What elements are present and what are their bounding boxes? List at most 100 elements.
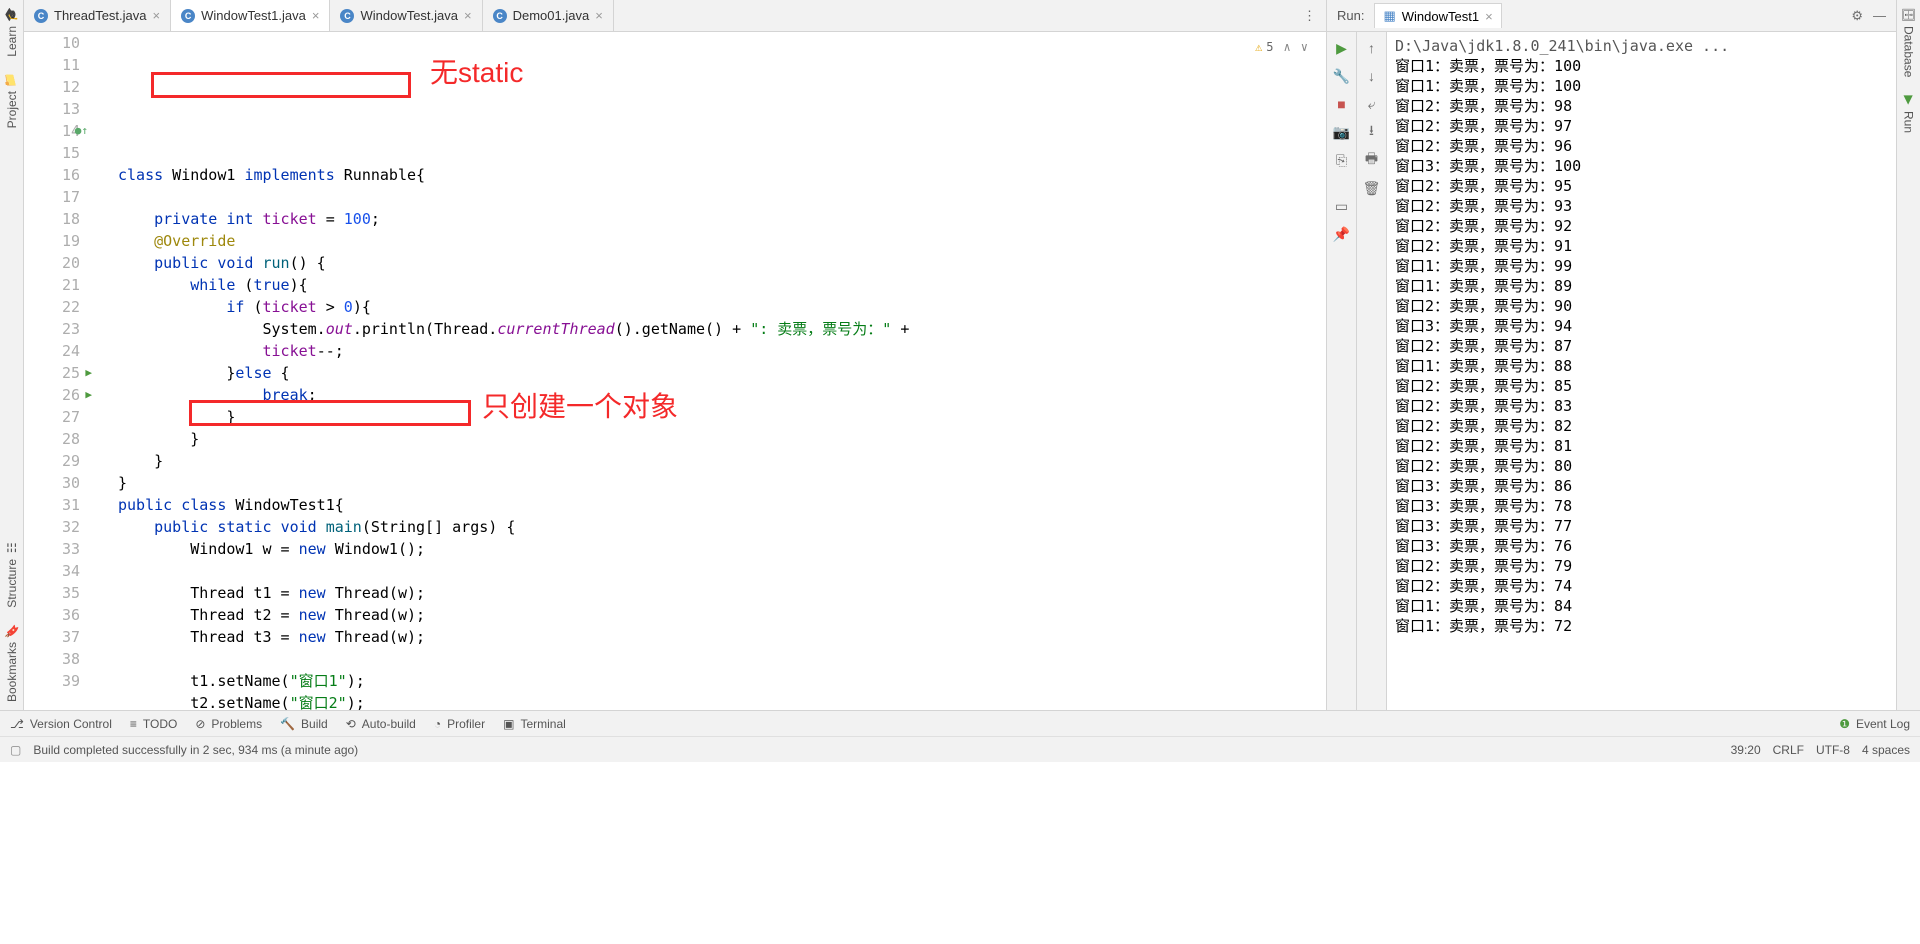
close-icon[interactable]: × <box>153 8 161 23</box>
editor-panel: CThreadTest.java× C WindowTest1.java × CWi… <box>24 0 1326 710</box>
editor-tab-demo01[interactable]: C Demo01.java × <box>483 0 614 31</box>
up-icon[interactable]: ↑ <box>1362 38 1382 58</box>
close-icon[interactable]: × <box>1485 9 1493 24</box>
editor-tabs: CThreadTest.java× C WindowTest1.java × CWi… <box>24 0 1326 32</box>
branch-icon: ⎇ <box>10 717 24 731</box>
run-toolbar-left: ▶ 🔧 ■ 📷 ⎘ ▭ 📌 <box>1327 32 1357 710</box>
auto-build-button[interactable]: ⟲ Auto-build <box>346 717 416 731</box>
bookmarks-tool[interactable]: Bookmarks 🔖 <box>2 616 22 710</box>
close-icon[interactable]: × <box>464 8 472 23</box>
file-encoding[interactable]: UTF-8 <box>1816 743 1850 757</box>
right-tool-strip: 🗄 Database ▶ Run <box>1896 0 1920 710</box>
event-log-label: Event Log <box>1856 717 1910 731</box>
build-label: Build <box>301 717 328 731</box>
clear-icon[interactable]: 🗑 <box>1362 178 1382 198</box>
database-label: Database <box>1902 26 1916 77</box>
left-tool-strip: Learn 🎓 Project 📁 Structure☷ Bookmarks 🔖 <box>0 0 24 710</box>
tab-overflow-icon[interactable]: ⋮ <box>1293 8 1326 24</box>
run-strip-label: Run <box>1902 111 1916 133</box>
exit-icon[interactable]: ⎘ <box>1332 150 1352 170</box>
auto-build-label: Auto-build <box>362 717 416 731</box>
structure-tool[interactable]: Structure☷ <box>2 533 22 616</box>
profiler-icon: ◔ <box>434 717 441 731</box>
annotation-text-2: 只创建一个对象 <box>482 396 678 418</box>
wrap-icon[interactable]: ⤶ <box>1362 94 1382 114</box>
version-control-button[interactable]: ⎇ Version Control <box>10 717 112 731</box>
bottom-toolbar: ⎇Version Control ≡TODO ⊘Problems 🔨Build … <box>0 710 1920 736</box>
run-header: Run: ▦ WindowTest1 × ⚙ — <box>1327 0 1896 32</box>
tab-label: Demo01.java <box>513 8 590 23</box>
minimize-icon[interactable]: — <box>1873 8 1886 23</box>
problems-label: Problems <box>211 717 262 731</box>
learn-label: Learn <box>5 26 19 57</box>
print-icon[interactable]: 🖶 <box>1362 150 1382 170</box>
problems-icon: ⊘ <box>195 717 205 731</box>
run-config-icon: ▦ <box>1383 8 1395 24</box>
annotation-text-1: 无static <box>430 62 523 84</box>
chevron-up-icon[interactable]: ∧ <box>1284 36 1291 58</box>
vcs-label: Version Control <box>30 717 112 731</box>
scroll-icon[interactable]: ⭳ <box>1362 122 1382 142</box>
todo-label: TODO <box>143 717 177 731</box>
event-log-button[interactable]: ❶Event Log <box>1839 717 1910 731</box>
learn-tool[interactable]: Learn 🎓 <box>2 0 22 65</box>
java-file-icon: C <box>181 9 195 23</box>
java-file-icon: C <box>493 9 507 23</box>
editor-body[interactable]: ⚠5 ∧ ∨ 1011121314●↑151617181920212223242… <box>24 32 1326 710</box>
bookmarks-label: Bookmarks <box>5 642 19 702</box>
tab-label: WindowTest1.java <box>201 8 306 23</box>
camera-icon[interactable]: 📷 <box>1332 122 1352 142</box>
folder-icon: 📁 <box>5 73 19 87</box>
play-icon: ▶ <box>1902 93 1916 107</box>
indent-setting[interactable]: 4 spaces <box>1862 743 1910 757</box>
caret-position[interactable]: 39:20 <box>1731 743 1761 757</box>
database-icon: 🗄 <box>1902 8 1916 22</box>
database-tool[interactable]: 🗄 Database <box>1899 0 1919 85</box>
build-button[interactable]: 🔨 Build <box>280 717 328 731</box>
editor-tab-windowtest[interactable]: CWindowTest.java× <box>330 0 482 31</box>
project-tool[interactable]: Project 📁 <box>2 65 22 136</box>
warning-icon: ⚠ <box>1255 36 1262 58</box>
close-icon[interactable]: × <box>312 8 320 23</box>
warning-count: 5 <box>1266 36 1273 58</box>
run-panel: Run: ▦ WindowTest1 × ⚙ — ▶ 🔧 ■ 📷 ⎘ ▭ 📌 ↑ ↓… <box>1326 0 1896 710</box>
annotation-box-1 <box>151 72 411 98</box>
project-label: Project <box>5 91 19 128</box>
console-output[interactable]: D:\Java\jdk1.8.0_241\bin\java.exe ...窗口1… <box>1387 32 1896 710</box>
profiler-button[interactable]: ◔ Profiler <box>434 717 485 731</box>
editor-tab-threadtest[interactable]: CThreadTest.java× <box>24 0 171 31</box>
pin-icon[interactable]: 📌 <box>1332 224 1352 244</box>
code-area[interactable]: 无static 只创建一个对象 class Window1 implements… <box>104 32 1326 710</box>
tool-window-icon[interactable]: ▢ <box>10 743 21 757</box>
todo-button[interactable]: ≡ TODO <box>130 717 177 731</box>
terminal-button[interactable]: ▣Terminal <box>503 717 566 731</box>
settings-icon[interactable]: ⚙ <box>1851 8 1863 24</box>
run-tab-label: WindowTest1 <box>1402 9 1479 24</box>
run-label: Run: <box>1337 8 1364 23</box>
chevron-down-icon[interactable]: ∨ <box>1301 36 1308 58</box>
problems-button[interactable]: ⊘ Problems <box>195 717 262 731</box>
todo-icon: ≡ <box>130 717 137 731</box>
learn-icon: 🎓 <box>5 8 19 22</box>
down-icon[interactable]: ↓ <box>1362 66 1382 86</box>
stop-icon[interactable]: ■ <box>1332 94 1352 114</box>
close-icon[interactable]: × <box>595 8 603 23</box>
profiler-label: Profiler <box>447 717 485 731</box>
structure-icon: ☷ <box>5 541 19 555</box>
rerun-icon[interactable]: ▶ <box>1332 38 1352 58</box>
inspection-widget[interactable]: ⚠5 <box>1255 36 1273 58</box>
status-message: Build completed successfully in 2 sec, 9… <box>33 743 358 757</box>
auto-build-icon: ⟲ <box>346 717 356 731</box>
run-tab[interactable]: ▦ WindowTest1 × <box>1374 3 1501 28</box>
terminal-icon: ▣ <box>503 717 514 731</box>
status-bar: ▢ Build completed successfully in 2 sec,… <box>0 736 1920 762</box>
bookmark-icon: 🔖 <box>5 624 19 638</box>
editor-tab-windowtest1[interactable]: C WindowTest1.java × <box>171 0 330 31</box>
layout-icon[interactable]: ▭ <box>1332 196 1352 216</box>
java-file-icon: C <box>340 9 354 23</box>
line-gutter[interactable]: 1011121314●↑1516171819202122232425▶26▶27… <box>24 32 104 710</box>
hammer-icon: 🔨 <box>280 717 295 731</box>
line-separator[interactable]: CRLF <box>1773 743 1804 757</box>
wrench-icon[interactable]: 🔧 <box>1332 66 1352 86</box>
run-tool[interactable]: ▶ Run <box>1899 85 1919 141</box>
